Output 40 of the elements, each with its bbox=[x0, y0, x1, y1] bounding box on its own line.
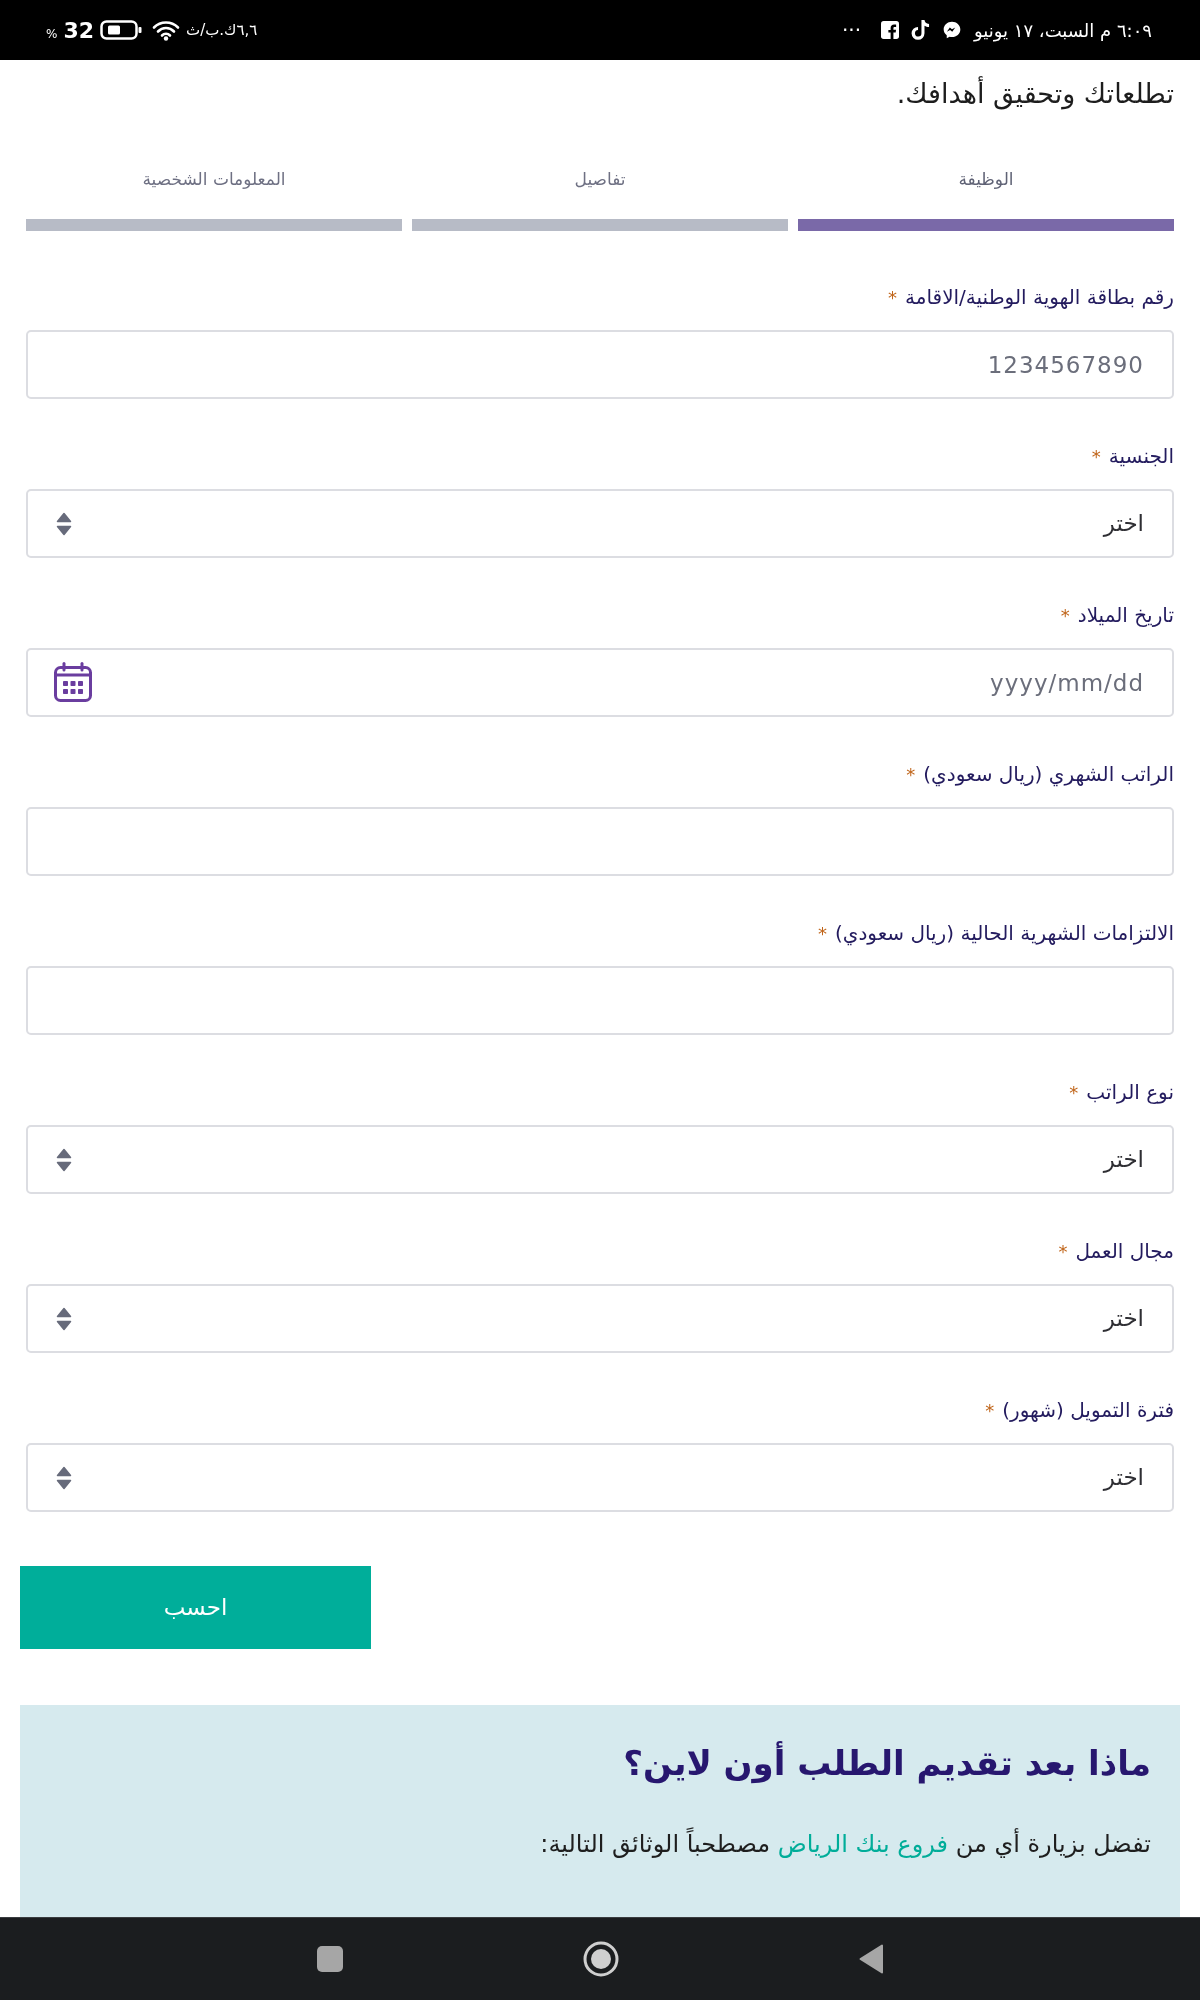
f-logo-icon bbox=[881, 21, 899, 39]
field-label: تاريخ الميلاد * bbox=[1060, 601, 1174, 629]
chat-bubble-icon bbox=[942, 20, 962, 40]
battery-percent-text: 32 bbox=[63, 16, 95, 45]
step-tab[interactable]: المعلومات الشخصية bbox=[26, 165, 402, 231]
dropdown-field[interactable]: اختر bbox=[26, 1125, 1174, 1194]
field-label: مجال العمل * bbox=[1058, 1237, 1174, 1265]
overflow-dots-icon: ··· bbox=[841, 20, 861, 40]
field-label: الالتزامات الشهرية الحالية (ريال سعودي) * bbox=[817, 919, 1174, 948]
network-speed-text: ٦,٦ك.ب/ث bbox=[186, 19, 258, 41]
recent-apps-icon[interactable] bbox=[317, 1946, 343, 1972]
wifi-icon bbox=[152, 19, 181, 41]
text-input-field[interactable] bbox=[26, 807, 1174, 876]
field-label: فترة التمويل (شهور) * bbox=[985, 1396, 1174, 1424]
sort-arrows-icon bbox=[56, 1306, 72, 1331]
field-label: الراتب الشهري (ريال سعودي) * bbox=[906, 760, 1174, 789]
battery-icon bbox=[100, 20, 143, 40]
intro-text: تطلعاتك وتحقيق أهدافك. bbox=[896, 75, 1174, 112]
home-icon[interactable] bbox=[583, 1941, 619, 1977]
sort-arrows-icon bbox=[56, 1465, 72, 1490]
text-input-field[interactable] bbox=[26, 966, 1174, 1035]
dropdown-field[interactable]: اختر bbox=[26, 489, 1174, 558]
field-label: الجنسية * bbox=[1091, 442, 1174, 470]
text-input-field[interactable]: 1234567890 bbox=[26, 330, 1174, 399]
sort-arrows-icon bbox=[56, 1147, 72, 1172]
field-label: نوع الراتب * bbox=[1069, 1078, 1174, 1106]
step-tab[interactable]: تفاصيل bbox=[412, 165, 788, 231]
field-label: رقم بطاقة الهوية الوطنية/الاقامة * bbox=[888, 283, 1174, 311]
calendar-icon bbox=[54, 662, 92, 702]
step-tab[interactable]: الوظيفة bbox=[798, 165, 1174, 231]
clock-date-text: ٦:٠٩ م السبت، ١٧ يونيو bbox=[974, 18, 1152, 44]
sort-arrows-icon bbox=[56, 511, 72, 536]
panel-heading: ماذا بعد تقديم الطلب أون لاين؟ bbox=[623, 1740, 1151, 1786]
percent-sign-text: % bbox=[46, 25, 58, 43]
date-field[interactable]: yyyy/mm/dd bbox=[26, 648, 1174, 717]
music-note-icon bbox=[911, 19, 930, 41]
dropdown-field[interactable]: اختر bbox=[26, 1443, 1174, 1512]
back-icon[interactable] bbox=[859, 1944, 883, 1974]
instructions-paragraph: تفضل بزيارة أي من فروع بنك الرياض مصطحباً الوثائق التالية: bbox=[540, 1824, 1151, 1864]
dropdown-field[interactable]: اختر bbox=[26, 1284, 1174, 1353]
